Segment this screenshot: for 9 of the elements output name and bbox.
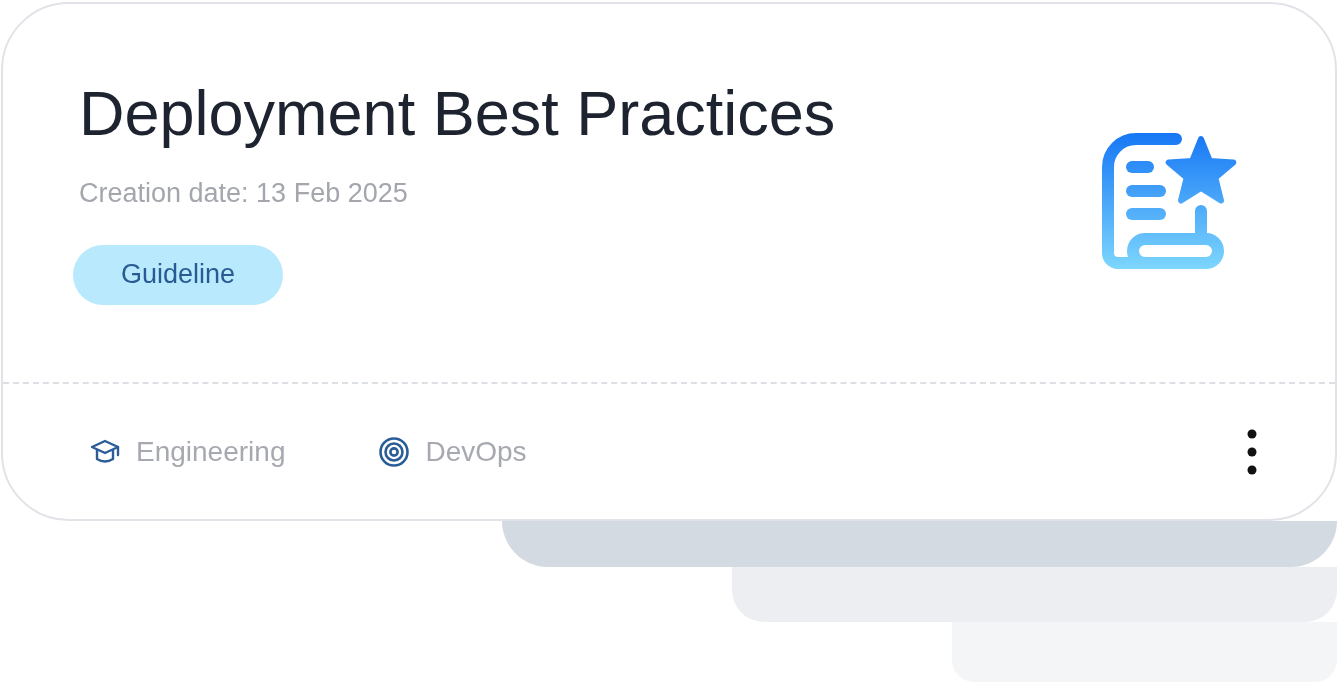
more-options-button[interactable] [1247,428,1257,475]
card-title: Deployment Best Practices [79,77,836,150]
kebab-icon [1247,428,1257,475]
team-label: DevOps [425,435,527,468]
type-tag: Guideline [73,245,284,305]
department-label: Engineering [136,435,286,468]
creation-date: Creation date: 13 Feb 2025 [79,176,409,209]
graduation-cap-icon [90,439,120,464]
target-icon [379,436,410,467]
